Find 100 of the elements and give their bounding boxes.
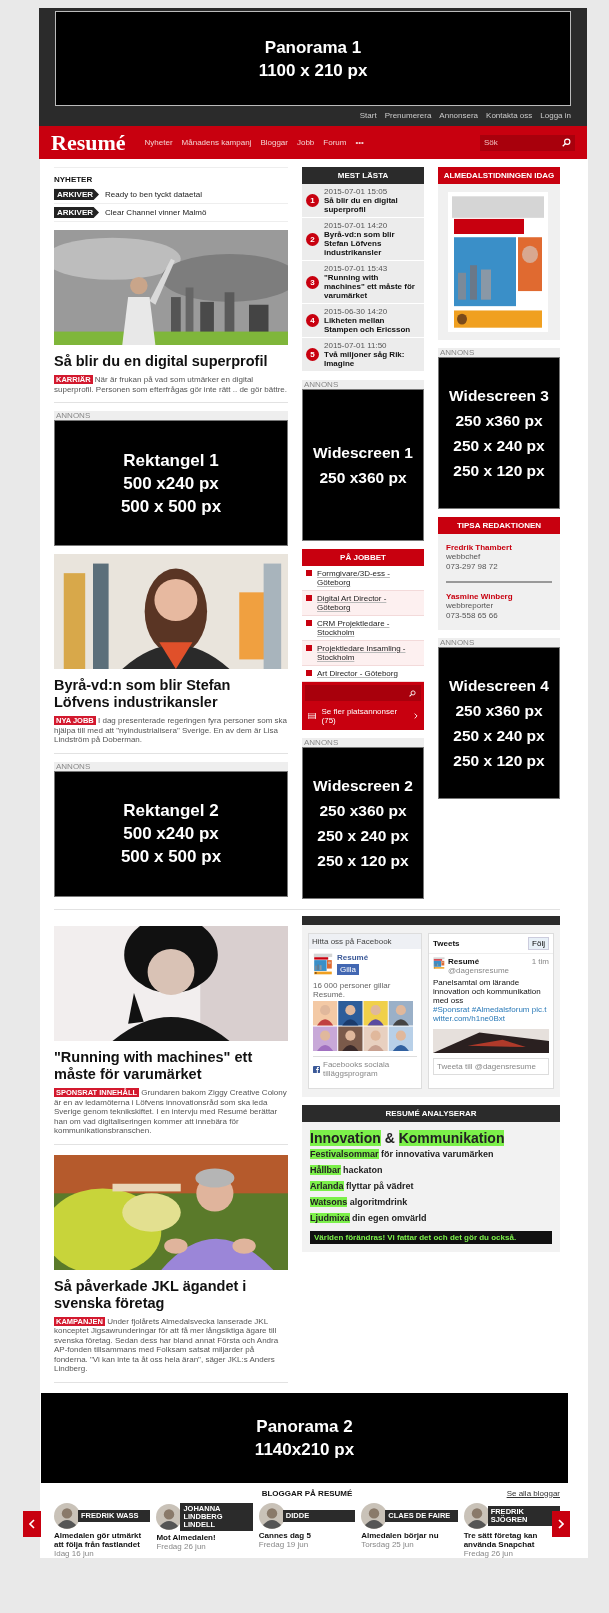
ad-text: 500 x 500 px [120,495,222,518]
next-button[interactable] [552,1510,570,1537]
list-icon [308,713,316,719]
ad-text: 500 x240 px [123,823,219,845]
chevron-icon [414,713,418,719]
search-icon[interactable] [562,138,571,147]
ad-text: 250 x 240 px [453,726,545,746]
ad-tagline: Världen förändras! Vi fattar det och det gör du också. [310,1231,552,1244]
page-link[interactable]: Resumé [337,953,369,962]
follow-button[interactable]: Följ [528,937,549,950]
ad-text: 250 x360 px [455,411,543,431]
article-title: Så blir du en digital superprofil [324,196,399,214]
search-field[interactable] [302,682,424,703]
ad-text: Panorama 2 [256,1415,353,1438]
blog-post-title[interactable]: Almedalen gör utmärkt att följa från fastlandet [54,1530,151,1549]
nav-item[interactable]: ••• [355,138,364,147]
ad-text: 250 x360 px [319,468,407,488]
most-read-item[interactable]: 1 2015-07-01 15:05 Så blir du en digital superprofil [302,184,424,218]
most-read-item[interactable]: 3 2015-07-01 15:43 "Running with machines" ett måste för varumärket [302,261,424,304]
tweet-handle: @dagensresume [448,966,510,975]
rank-badge: 3 [306,275,319,289]
blog-post-title[interactable]: Almedalen börjar nu [361,1530,458,1540]
timestamp: 2015-07-01 11:50 [324,341,388,350]
ad-text: 500 x240 px [123,472,219,495]
blog-post-title[interactable]: Cannes dag 5 [258,1530,356,1540]
ad-text: Widescreen 1 [313,443,413,463]
ad-text: 1140x210 px [254,1438,355,1461]
most-read-item[interactable]: 5 2015-07-01 11:50 Två miljoner såg Rik: Imagine [302,338,424,372]
article-headline[interactable]: "Running with machines" ett måste för varumärket [54,1049,288,1083]
ad-text: 250 x 120 px [453,751,545,771]
nav-item[interactable]: Månadens kampanj [181,138,252,147]
avatar [463,1502,490,1529]
logo[interactable]: Resumé [51,129,126,156]
ad-text: Festivalsommar för innovativa varumärken [310,1149,495,1159]
tweet-input[interactable]: Tweeta till @dagensresume [433,1058,549,1075]
ad-text: Watsons algoritmdrink [310,1197,409,1207]
tweet-author: Resumé [448,957,481,966]
nav-item[interactable]: Bloggar [260,138,288,147]
widget-footer: Facebooks sociala tilläggsprogram [323,1060,417,1078]
article-title: Byrå-vd:n som blir Stefan Löfvens industrikansler [324,230,396,257]
post-date: Torsdag 25 jun [361,1539,414,1549]
top-link[interactable]: Annonsera [439,111,479,120]
most-read-item[interactable]: 4 2015-06-30 14:20 Likheten mellan Stampen och Ericsson [302,304,424,338]
most-read-item[interactable]: 2 2015-07-01 14:20 Byrå-vd:n som blir Stefan Löfvens industrikansler [302,218,424,261]
nav-item[interactable]: Nyheter [144,138,173,147]
news-link[interactable]: Clear Channel vinner Malmö [105,208,207,217]
article-title: Två miljoner såg Rik: Imagine [324,350,406,368]
top-link[interactable]: Logga in [540,111,571,120]
tweet-link[interactable]: #Sponsrat #Almedalsforum pic.twitter.com/h1ne0Bxt [433,1005,549,1023]
see-all-link[interactable]: Se alla bloggar [506,1488,560,1498]
section-heading: ALMEDALSTIDNINGEN IDAG [438,167,560,184]
tag: ARKIVER [54,207,99,218]
top-link[interactable]: Kontakta oss [486,111,533,120]
ad-text: 250 x360 px [319,801,407,821]
ad-text: 500 x 500 px [120,846,222,868]
bullet-icon [306,570,312,576]
section-heading: TIPSA REDAKTIONEN [438,517,560,534]
timestamp: 2015-07-01 15:43 [324,264,389,273]
contact-name[interactable]: Yasmine Winberg [446,592,552,601]
post-date: Idag 16 jun [54,1548,95,1558]
section-heading: RESUMÉ ANALYSERAR [302,1105,560,1122]
top-link[interactable]: Prenumerera [384,111,432,120]
ad-text: Rektangel 1 [123,449,219,472]
tweet-text: Panelsamtal om lärande innovation och kommunikation med oss [433,978,542,1005]
tag: ARKIVER [54,189,99,200]
blog-post-title[interactable]: Mot Almedalen! [156,1532,253,1542]
ad-text: Widescreen 2 [313,776,413,796]
job-link[interactable]: CRM Projektledare - Stockholm [317,619,420,637]
ad-text: 250 x 240 px [453,436,545,456]
article-headline[interactable]: Byrå-vd:n som blir Stefan Löfvens industrikansler [54,677,288,711]
like-button[interactable]: Gilla [337,964,359,975]
previous-button[interactable] [23,1510,41,1537]
rank-badge: 1 [306,194,319,207]
top-link[interactable]: Start [359,111,377,120]
bullet-icon [306,670,312,676]
nav-item[interactable]: Jobb [296,138,315,147]
search-icon[interactable] [409,689,416,697]
job-link[interactable]: Art Director - Göteborg [317,669,398,678]
rank-badge: 2 [306,232,319,246]
ad-text: Hållbar hackaton [310,1165,384,1175]
like-count: 16 000 personer gillar Resumé. [312,980,392,1001]
ad-text: 250 x 120 px [317,851,409,871]
facebook-icon [313,1065,320,1073]
post-date: Fredag 19 jun [258,1539,310,1549]
news-link[interactable]: Ready to ben tyckt dataetal [105,190,202,199]
contact-role: webbchef [446,552,482,562]
article-headline[interactable]: Så blir du en digital superprofil [54,353,288,370]
job-link[interactable]: Formgivare/3D-ess - Göteborg [317,569,420,587]
article-headline[interactable]: Så påverkade JKL ägandet i svenska företag [54,1277,288,1312]
blog-post-title[interactable]: Tre sätt företag kan använda Snapchat [463,1530,561,1549]
nav-item[interactable]: Forum [323,138,347,147]
ad-label: ANNONS [302,738,424,747]
ad-text: 250 x 120 px [453,461,545,481]
ad-text: Panorama 1 [264,36,362,59]
timestamp: 2015-07-01 14:20 [324,221,389,230]
post-date: Fredag 26 jun [463,1548,514,1558]
ad-label: ANNONS [54,411,288,420]
contact-name[interactable]: Fredrik Thambert [446,543,552,552]
search-field[interactable]: Sök [480,134,575,151]
ad-label: ANNONS [54,761,288,771]
